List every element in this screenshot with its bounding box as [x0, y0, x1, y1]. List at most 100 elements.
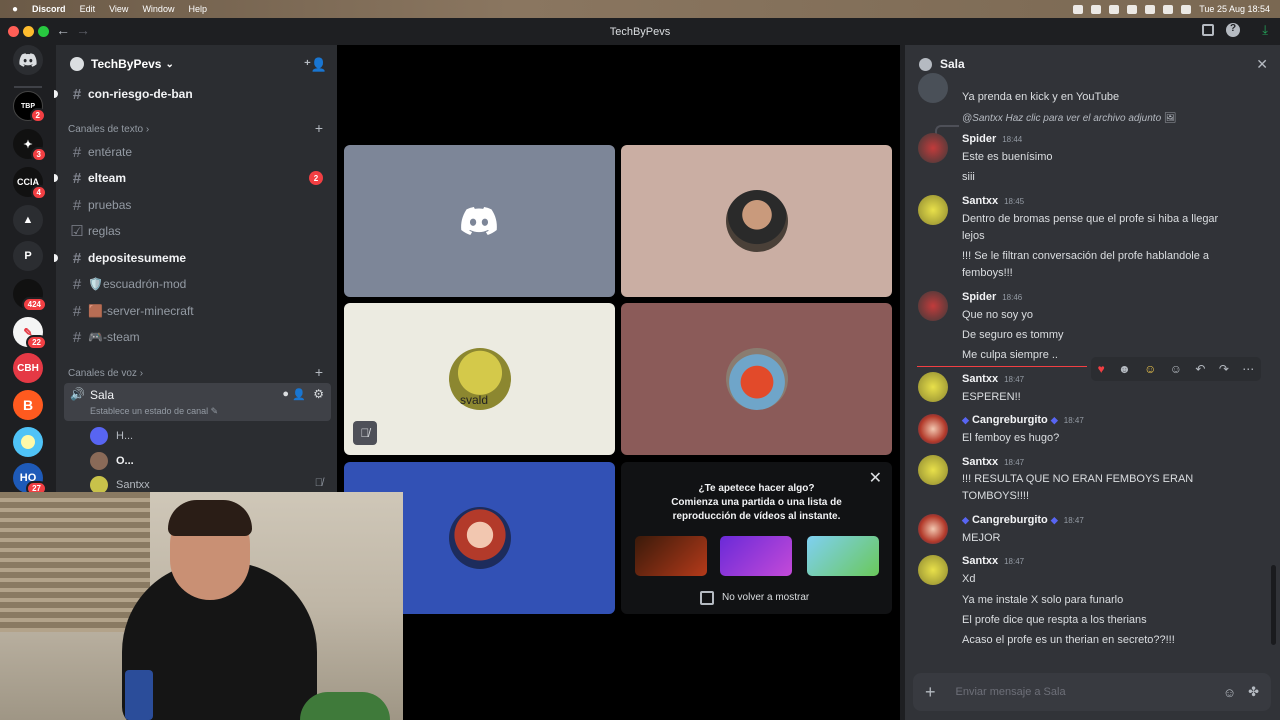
chat-bubble-icon[interactable]: ● [282, 388, 289, 400]
wifi-icon[interactable] [1163, 4, 1174, 14]
server-icon-triangle[interactable]: ▲ [13, 205, 43, 235]
avatar[interactable] [918, 372, 948, 402]
message-time: 18:47 [1004, 557, 1025, 566]
role-icon: ◆ [1050, 515, 1058, 525]
menu-app[interactable]: Discord [32, 4, 66, 14]
avatar[interactable] [918, 414, 948, 444]
voice-channel-status[interactable]: Establece un estado de canal ✎ [90, 406, 218, 417]
inbox-icon[interactable] [1202, 24, 1214, 36]
voice-channel-sala[interactable]: 🔊 Sala Establece un estado de canal ✎ ● … [64, 383, 331, 421]
hash-icon: # [72, 85, 82, 103]
avatar[interactable] [918, 291, 948, 321]
server-icon-blue[interactable] [13, 427, 43, 457]
message-text: El femboy es hugo? [962, 432, 1060, 444]
guild-icon [70, 57, 84, 71]
avatar[interactable] [918, 133, 948, 163]
server-icon-dark[interactable]: 424 [13, 279, 47, 312]
laugh-reaction-icon[interactable]: ☺ [1144, 362, 1156, 376]
server-icon-pencil[interactable]: ✎ 22 [13, 317, 47, 350]
apple-icon[interactable]: ● [12, 4, 18, 15]
video-tile[interactable]: svald 🎙̸ [344, 303, 615, 455]
avatar[interactable] [918, 555, 948, 585]
channel-enterate[interactable]: # entérate [56, 140, 337, 164]
muted-icon: 🎙̸ [314, 477, 323, 489]
gear-icon[interactable]: ⚙ [313, 387, 324, 401]
server-icon-ho[interactable]: HO 27 [13, 463, 47, 496]
channel-escuadron-mod[interactable]: # 🛡️escuadrón-mod [56, 272, 337, 296]
server-icon-cbh[interactable]: CBH [13, 353, 43, 383]
status-icon[interactable] [1091, 4, 1102, 14]
channel-con-riesgo-de-ban[interactable]: # con-riesgo-de-ban [54, 82, 337, 106]
avatar[interactable] [918, 73, 948, 103]
invite-people-icon[interactable]: ⁺👤 [304, 57, 327, 73]
help-icon[interactable]: ? [1226, 23, 1240, 37]
activity-thumbnail[interactable] [720, 536, 792, 576]
category-voice-channels[interactable]: Canales de voz › [68, 368, 143, 379]
channel-elteam[interactable]: # elteam 2 [54, 166, 337, 190]
video-tile[interactable] [621, 303, 892, 455]
server-icon-b[interactable]: B [13, 390, 43, 420]
voice-user[interactable]: H... [90, 427, 133, 445]
unread-indicator [54, 90, 58, 98]
heart-reaction-icon[interactable]: ♥ [1098, 362, 1105, 376]
channel-pruebas[interactable]: # pruebas [56, 193, 337, 217]
activity-thumbnail[interactable] [807, 536, 879, 576]
direct-messages-button[interactable] [13, 45, 43, 75]
clock[interactable]: Tue 25 Aug 18:54 [1199, 4, 1270, 14]
status-icon[interactable] [1145, 4, 1156, 14]
discord-logo-icon [19, 53, 37, 67]
guild-header[interactable]: TechByPevs ⌄ ⁺👤 [56, 45, 337, 83]
person-hair [168, 500, 252, 536]
dont-show-again-checkbox[interactable] [700, 591, 714, 605]
custom-emoji-reaction-icon[interactable]: ☻ [1118, 362, 1131, 376]
webcam-overlay [0, 492, 403, 720]
video-tile[interactable] [621, 145, 892, 297]
voice-chat-panel: Sala ✕ Ya prenda en kick y en YouTube @S… [905, 45, 1280, 720]
menu-view[interactable]: View [109, 4, 128, 14]
new-messages-divider [917, 366, 1087, 367]
invite-icon[interactable]: 👤 [292, 388, 306, 401]
scrollbar[interactable] [1271, 565, 1276, 645]
menu-help[interactable]: Help [188, 4, 207, 14]
status-icon[interactable] [1109, 4, 1120, 14]
avatar[interactable] [918, 514, 948, 544]
voice-user[interactable]: O... [90, 452, 134, 470]
add-channel-icon[interactable]: + [315, 364, 323, 380]
avatar[interactable] [918, 195, 948, 225]
forward-icon[interactable]: ↷ [1219, 362, 1229, 376]
add-channel-icon[interactable]: + [315, 120, 323, 136]
channel-server-minecraft[interactable]: # 🟫-server-minecraft [56, 299, 337, 323]
reply-icon[interactable]: ↶ [1195, 362, 1205, 376]
status-icon[interactable] [1127, 4, 1138, 14]
message-text: El profe dice que respta a los therians [962, 614, 1147, 626]
activity-thumbnail[interactable] [635, 536, 707, 576]
emoji-icon[interactable]: ☺ [1223, 685, 1236, 700]
channel-reglas[interactable]: ☑ reglas [56, 219, 337, 243]
close-icon[interactable]: ✕ [1256, 56, 1268, 73]
server-icon-p[interactable]: P [13, 241, 43, 271]
discord-logo-icon [461, 207, 497, 235]
apps-icon[interactable]: ✤ [1248, 684, 1259, 700]
avatar[interactable] [918, 455, 948, 485]
menu-window[interactable]: Window [142, 4, 174, 14]
message-input[interactable]: Enviar mensaje a Sala [956, 686, 1223, 698]
more-options-icon[interactable]: ⋯ [1242, 362, 1254, 376]
server-icon-techbypevs[interactable]: TBP 2 [13, 91, 46, 123]
hash-icon: # [72, 275, 82, 293]
download-icon[interactable]: ⤓ [1262, 22, 1268, 38]
video-tile[interactable] [344, 145, 615, 297]
chevron-down-icon: ⌄ [165, 58, 174, 70]
status-icon[interactable] [1073, 4, 1084, 14]
server-icon-ccia[interactable]: CCIA 4 [13, 167, 47, 200]
server-icon-star[interactable]: ✦ 3 [13, 129, 47, 162]
add-reaction-icon[interactable]: ☺ [1170, 362, 1182, 376]
category-text-channels[interactable]: Canales de texto › [68, 124, 149, 135]
search-icon[interactable] [1181, 4, 1192, 14]
channel-depositesumeme[interactable]: # depositesumeme [54, 246, 337, 270]
activity-text: Comienza una partida o una lista de [671, 497, 842, 508]
channel-steam[interactable]: # 🎮-steam [56, 325, 337, 349]
add-attachment-icon[interactable]: + [925, 682, 936, 703]
menu-edit[interactable]: Edit [80, 4, 96, 14]
reply-reference[interactable]: @Santxx Haz clic para ver el archivo adj… [962, 113, 1177, 124]
checkbox-label: No volver a mostrar [722, 592, 810, 603]
